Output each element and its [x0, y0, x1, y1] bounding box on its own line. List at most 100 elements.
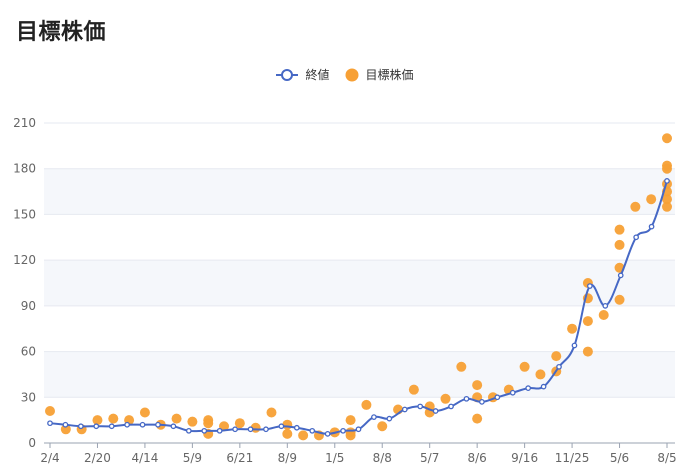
y-tick-label: 90 [21, 299, 36, 313]
stock-chart: 210 180 150 120 90 60 30 0 2/4 2/20 4/14 5/9 6/21 8/… [13, 116, 677, 465]
target-price-point [662, 133, 672, 144]
close-price-point [309, 427, 316, 434]
close-price-point [648, 223, 655, 230]
close-price-point [232, 426, 238, 433]
close-price-point [540, 383, 547, 390]
x-tick-label: 2/4 [40, 451, 59, 465]
x-tick-label: 5/6 [610, 451, 629, 465]
target-price-point [171, 413, 182, 424]
close-price-point [571, 342, 578, 349]
close-price-point [448, 403, 454, 410]
target-price-point [361, 399, 372, 410]
x-tick-label: 8/9 [278, 451, 297, 465]
y-tick-label: 150 [13, 207, 36, 221]
close-price-point [602, 303, 609, 309]
close-price-point [155, 421, 161, 428]
target-price-point [614, 294, 625, 305]
target-price-point [92, 415, 103, 426]
close-price-point [108, 423, 115, 430]
x-tick-label: 2/20 [84, 451, 111, 465]
x-tick-label: 5/7 [420, 451, 439, 465]
close-price-point [463, 395, 470, 402]
close-price-point [201, 427, 208, 434]
target-price-point [582, 346, 593, 357]
plot-bands [44, 168, 675, 398]
close-price-point [417, 403, 424, 410]
y-tick-label: 30 [21, 390, 36, 404]
close-price-point [494, 394, 501, 401]
close-price-point [62, 421, 69, 428]
close-price-point [93, 423, 100, 430]
target-price-point [630, 201, 641, 212]
plot-band [44, 260, 675, 306]
target-price-point [345, 430, 356, 441]
target-price-point [45, 406, 55, 416]
x-tick-label: 4/14 [131, 451, 158, 465]
y-tick-label: 120 [13, 253, 36, 267]
y-tick-label: 60 [21, 345, 36, 359]
close-price-point [185, 427, 192, 434]
x-tick-label: 5/9 [183, 451, 202, 465]
close-price-point [525, 385, 532, 391]
x-tick-label: 1/5 [325, 451, 344, 465]
close-price-point [386, 415, 393, 422]
target-price-point [203, 418, 214, 429]
close-price-point [401, 406, 408, 413]
close-price-point [293, 424, 300, 431]
y-tick-label: 180 [13, 162, 36, 176]
close-price-point [263, 426, 269, 433]
close-price-point [371, 414, 377, 420]
x-tick-label: 11/25 [555, 451, 590, 465]
target-price-point [614, 224, 625, 235]
target-price-point [440, 393, 451, 404]
close-price-point [587, 283, 593, 289]
close-price-point [633, 234, 640, 241]
close-price-point [355, 426, 362, 433]
close-price-point [340, 427, 346, 434]
close-price-point [617, 272, 624, 279]
target-price-point [519, 361, 530, 372]
target-price-point [472, 380, 483, 391]
target-price-point [266, 407, 277, 418]
target-price-point [567, 323, 578, 334]
target-price-point [598, 310, 609, 320]
target-price-point [456, 361, 467, 372]
close-price-point [278, 423, 285, 430]
target-price-point [298, 430, 309, 441]
y-tick-label: 210 [13, 116, 36, 130]
target-price-point [614, 239, 625, 250]
close-price-point [556, 363, 562, 370]
target-price-point [472, 413, 483, 424]
close-price-point [432, 408, 439, 414]
y-axis-ticks: 210 180 150 120 90 60 30 0 [13, 116, 36, 450]
x-tick-label: 9/16 [511, 451, 538, 465]
close-price-point [324, 431, 331, 437]
x-tick-label: 8/5 [657, 451, 676, 465]
target-price-point [646, 194, 657, 205]
target-price-point [108, 413, 119, 424]
x-tick-label: 8/6 [467, 451, 486, 465]
target-price-point [377, 421, 388, 432]
target-price-point [139, 407, 150, 418]
target-price-point [582, 316, 593, 327]
target-price-point [408, 384, 419, 395]
x-tick-label: 6/21 [226, 451, 253, 465]
target-price-point [535, 369, 546, 380]
target-price-point [551, 351, 562, 362]
plot-band [44, 168, 675, 215]
x-tick-label: 8/8 [373, 451, 392, 465]
close-price-point [139, 421, 146, 428]
plot-band [44, 351, 675, 398]
target-price-point [345, 415, 356, 426]
close-price-point [78, 423, 84, 430]
close-price-point [170, 423, 177, 430]
target-price-point [662, 163, 672, 174]
target-price-point [662, 201, 672, 212]
close-price-point [47, 420, 53, 427]
close-price-point [664, 178, 670, 184]
close-price-point [247, 426, 254, 433]
target-price-point [187, 416, 198, 427]
y-tick-label: 0 [28, 436, 36, 450]
close-price-point [124, 421, 130, 428]
x-axis-ticks: 2/4 2/20 4/14 5/9 6/21 8/9 1/5 8/8 5/7 8/6 9/16 11/… [40, 443, 677, 465]
